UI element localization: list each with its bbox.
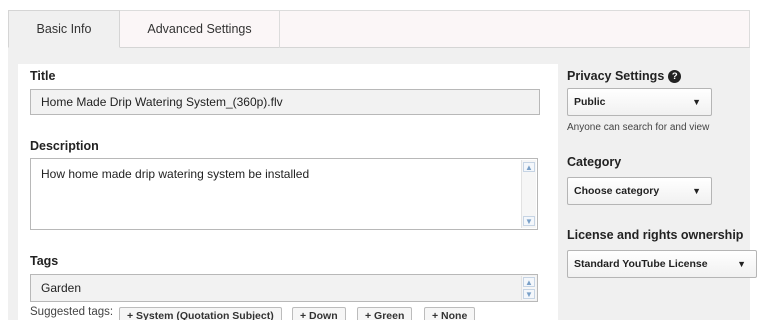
- description-textarea[interactable]: How home made drip watering system be in…: [30, 158, 538, 230]
- category-selected-value: Choose category: [574, 185, 660, 197]
- scroll-up-icon[interactable]: ▲: [523, 277, 535, 287]
- scroll-down-icon[interactable]: ▼: [523, 289, 535, 299]
- tab-advanced-settings[interactable]: Advanced Settings: [120, 10, 280, 48]
- suggested-tag-button[interactable]: + System (Quotation Subject): [119, 307, 282, 320]
- description-scrollbar[interactable]: ▲ ▼: [521, 160, 536, 228]
- tab-basic-info[interactable]: Basic Info: [8, 10, 120, 48]
- chevron-down-icon: ▼: [737, 259, 746, 269]
- chevron-down-icon: ▼: [692, 186, 701, 196]
- license-label: License and rights ownership: [567, 228, 744, 242]
- license-select[interactable]: Standard YouTube License ▼: [567, 250, 757, 278]
- tags-input[interactable]: Garden ▲ ▼: [30, 274, 538, 302]
- chevron-down-icon: ▼: [692, 97, 701, 107]
- tab-bar: Basic Info Advanced Settings: [0, 0, 758, 48]
- suggested-tag-button[interactable]: + Down: [292, 307, 346, 320]
- privacy-selected-value: Public: [574, 96, 606, 108]
- category-label: Category: [567, 155, 622, 169]
- privacy-select[interactable]: Public ▼: [567, 88, 712, 116]
- tags-text: Garden: [41, 281, 82, 295]
- privacy-settings-label: Privacy Settings?: [567, 69, 682, 83]
- tags-scrollbar[interactable]: ▲ ▼: [521, 276, 536, 300]
- title-input[interactable]: Home Made Drip Watering System_(360p).fl…: [30, 89, 540, 115]
- question-circle-icon[interactable]: ?: [668, 70, 682, 83]
- suggested-tag-button[interactable]: + None: [424, 307, 476, 320]
- suggested-tag-button[interactable]: + Green: [357, 307, 413, 320]
- privacy-settings-text: Privacy Settings: [567, 69, 665, 83]
- scroll-down-icon[interactable]: ▼: [523, 216, 535, 226]
- tags-label: Tags: [30, 254, 59, 268]
- scroll-up-icon[interactable]: ▲: [523, 162, 535, 172]
- title-label: Title: [30, 69, 56, 83]
- suggested-tags-label: Suggested tags:: [30, 306, 114, 318]
- description-text: How home made drip watering system be in…: [41, 167, 310, 181]
- license-selected-value: Standard YouTube License: [574, 258, 708, 270]
- category-select[interactable]: Choose category ▼: [567, 177, 712, 205]
- privacy-hint: Anyone can search for and view: [567, 122, 710, 133]
- description-label: Description: [30, 139, 99, 153]
